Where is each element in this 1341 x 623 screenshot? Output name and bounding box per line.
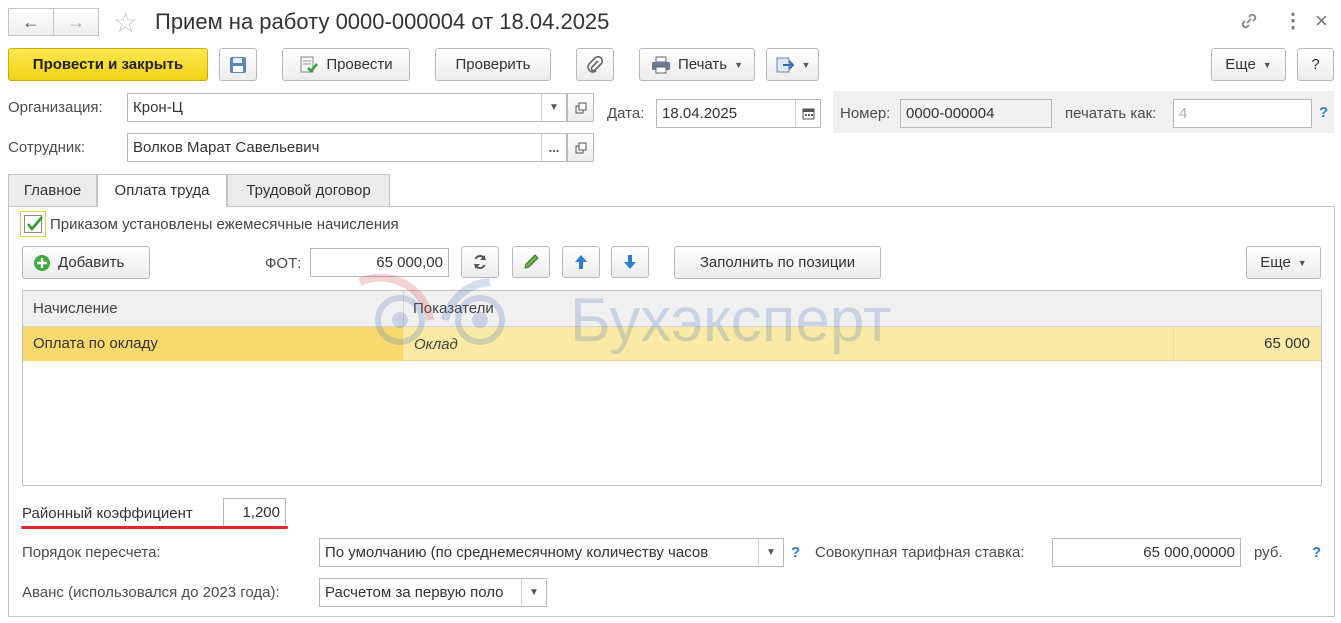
column-header-indicators[interactable]: Показатели [413,300,494,317]
help-icon[interactable]: ? [1312,544,1321,561]
chevron-down-icon: ▼ [1297,257,1307,268]
total-rate-unit: руб. [1254,544,1283,561]
tab-contract[interactable]: Трудовой договор [227,174,390,207]
number-label: Номер: [840,105,891,122]
dropdown-button[interactable]: ▼ [758,539,783,566]
tab-pay[interactable]: Оплата труда [97,174,227,207]
organization-field[interactable]: Крон-Ц ▼ [127,93,567,122]
check-button[interactable]: Проверить [435,48,551,81]
grid-more-button[interactable]: Еще ▼ [1246,246,1321,279]
open-organization-button[interactable] [567,93,594,122]
export-icon [776,57,794,72]
organization-label: Организация: [8,99,103,116]
star-icon[interactable]: ☆ [113,6,138,39]
chevron-down-icon: ▼ [1262,59,1272,70]
help-button[interactable]: ? [1297,48,1334,81]
cell-indicator: Оклад [414,336,458,353]
date-label: Дата: [607,105,645,122]
employee-field[interactable]: Волков Марат Савельевич ... [127,133,567,162]
open-icon [575,142,586,153]
tab-main[interactable]: Главное [8,174,97,207]
calendar-icon [802,108,814,120]
arrow-down-icon [624,255,636,269]
chevron-down-icon: ▼ [734,59,744,70]
post-button[interactable]: Провести [282,48,410,81]
fot-field[interactable]: 65 000,00 [310,248,449,277]
advance-label: Аванс (использовался до 2023 года): [22,584,280,601]
fot-label: ФОТ: [265,255,302,272]
open-employee-button[interactable] [567,133,594,162]
number-field[interactable]: 0000-000004 [900,99,1052,128]
page-title: Прием на работу 0000-000004 от 18.04.202… [155,9,610,34]
table-row[interactable]: Оплата по окладу Оклад 65 000 [23,327,1321,361]
link-icon[interactable] [1238,10,1260,36]
more-button[interactable]: Еще ▼ [1211,48,1286,81]
monthly-accruals-label: Приказом установлены ежемесячные начисле… [50,216,399,233]
refresh-icon [474,254,486,270]
recalc-label: Порядок пересчета: [22,544,161,561]
arrow-right-icon: → [67,11,85,32]
employee-label: Сотрудник: [8,139,86,156]
monthly-accruals-checkbox[interactable] [20,211,46,237]
attach-button[interactable] [576,48,614,81]
more-vertical-icon[interactable]: ⋮ [1283,8,1303,33]
print-button[interactable]: Печать ▼ [639,48,755,81]
plus-circle-icon [34,254,50,271]
dropdown-button[interactable]: ▼ [541,94,566,121]
export-button[interactable]: ▼ [766,48,819,81]
checkmark-icon [26,216,43,232]
printer-icon [651,56,670,73]
move-down-button[interactable] [611,246,649,278]
print-as-field[interactable]: 4 [1173,99,1312,128]
arrow-up-icon [575,255,587,269]
chevron-down-icon: ▼ [529,587,539,598]
ellipsis-icon: ... [548,140,560,155]
post-icon [300,56,319,73]
table-header: Начисление Показатели [23,291,1321,327]
add-button[interactable]: Добавить [22,246,150,279]
dropdown-button[interactable]: ▼ [521,579,546,606]
calendar-button[interactable] [795,100,820,127]
chevron-down-icon: ▼ [766,547,776,558]
print-as-label: печатать как: [1065,105,1157,122]
cell-value: 65 000 [1264,335,1310,352]
date-field[interactable]: 18.04.2025 [656,99,821,128]
column-divider [403,291,404,327]
select-button[interactable]: ... [541,134,566,161]
chevron-down-icon: ▼ [549,102,559,113]
refresh-button[interactable] [461,246,499,278]
pencil-icon [524,254,539,269]
back-button[interactable]: ← [8,8,54,36]
edit-button[interactable] [512,246,550,278]
close-icon[interactable]: × [1315,8,1328,34]
column-header-accrual[interactable]: Начисление [33,300,118,317]
open-icon [575,102,586,113]
cell-accrual-text: Оплата по окладу [33,335,158,352]
arrow-left-icon: ← [22,11,40,32]
floppy-icon [230,56,246,73]
district-coefficient-label: Районный коэффициент [22,505,193,522]
help-icon[interactable]: ? [791,544,800,561]
save-button[interactable] [219,48,257,81]
paperclip-icon [587,55,604,73]
total-rate-field[interactable]: 65 000,00000 [1052,538,1241,567]
district-coefficient-field[interactable]: 1,200 [223,498,286,527]
total-rate-label: Совокупная тарифная ставка: [815,544,1025,561]
help-icon[interactable]: ? [1319,104,1328,121]
chevron-down-icon: ▼ [801,59,811,70]
highlight-underline [21,526,288,529]
recalc-select[interactable]: По умолчанию (по среднемесячному количес… [319,538,784,567]
advance-select[interactable]: Расчетом за первую поло ▼ [319,578,547,607]
move-up-button[interactable] [562,246,600,278]
column-divider [1173,327,1174,361]
fill-by-position-button[interactable]: Заполнить по позиции [674,246,881,279]
forward-button[interactable]: → [53,8,99,36]
post-and-close-button[interactable]: Провести и закрыть [8,48,208,81]
